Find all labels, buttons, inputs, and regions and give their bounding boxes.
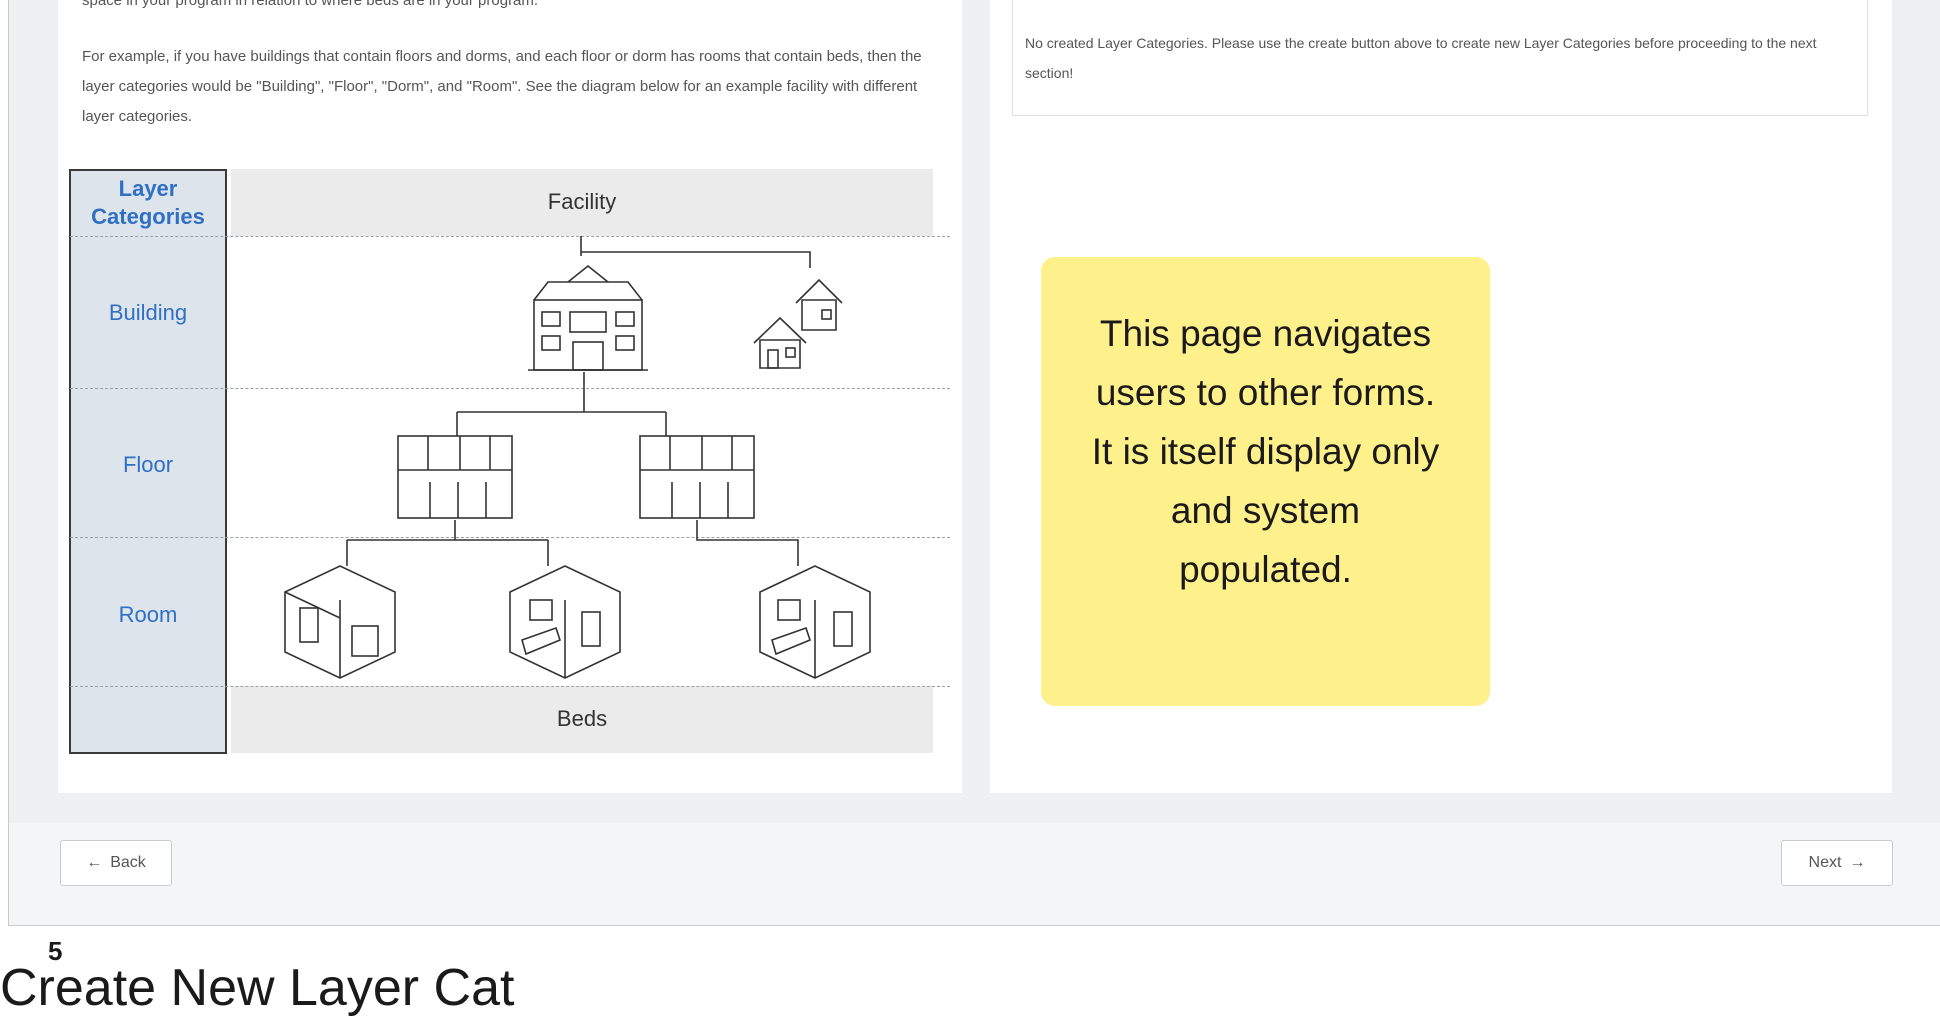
room-icon bbox=[284, 565, 396, 679]
diagram-illustrations bbox=[284, 236, 871, 679]
large-building-icon bbox=[528, 264, 648, 371]
next-button-label: Next bbox=[1808, 854, 1842, 871]
back-button-label: Back bbox=[110, 854, 146, 871]
section-title: Create New Layer Cat bbox=[0, 959, 515, 1017]
arrow-right-icon: → bbox=[1849, 854, 1866, 871]
floor-plan-icon bbox=[639, 435, 755, 519]
annotation-sticky-note: This page navigates users to other forms… bbox=[1041, 257, 1490, 706]
room-icon bbox=[759, 565, 871, 679]
back-button[interactable]: ← Back bbox=[60, 840, 172, 886]
next-button[interactable]: Next → bbox=[1781, 840, 1893, 886]
sticky-note-text: This page navigates users to other forms… bbox=[1091, 313, 1440, 590]
floor-plan-icon bbox=[397, 435, 513, 519]
arrow-left-icon: ← bbox=[86, 854, 103, 871]
footer-bar bbox=[9, 823, 1940, 925]
houses-icon bbox=[753, 278, 843, 369]
empty-state-message: No created Layer Categories. Please use … bbox=[1025, 35, 1817, 81]
room-icon bbox=[509, 565, 621, 679]
